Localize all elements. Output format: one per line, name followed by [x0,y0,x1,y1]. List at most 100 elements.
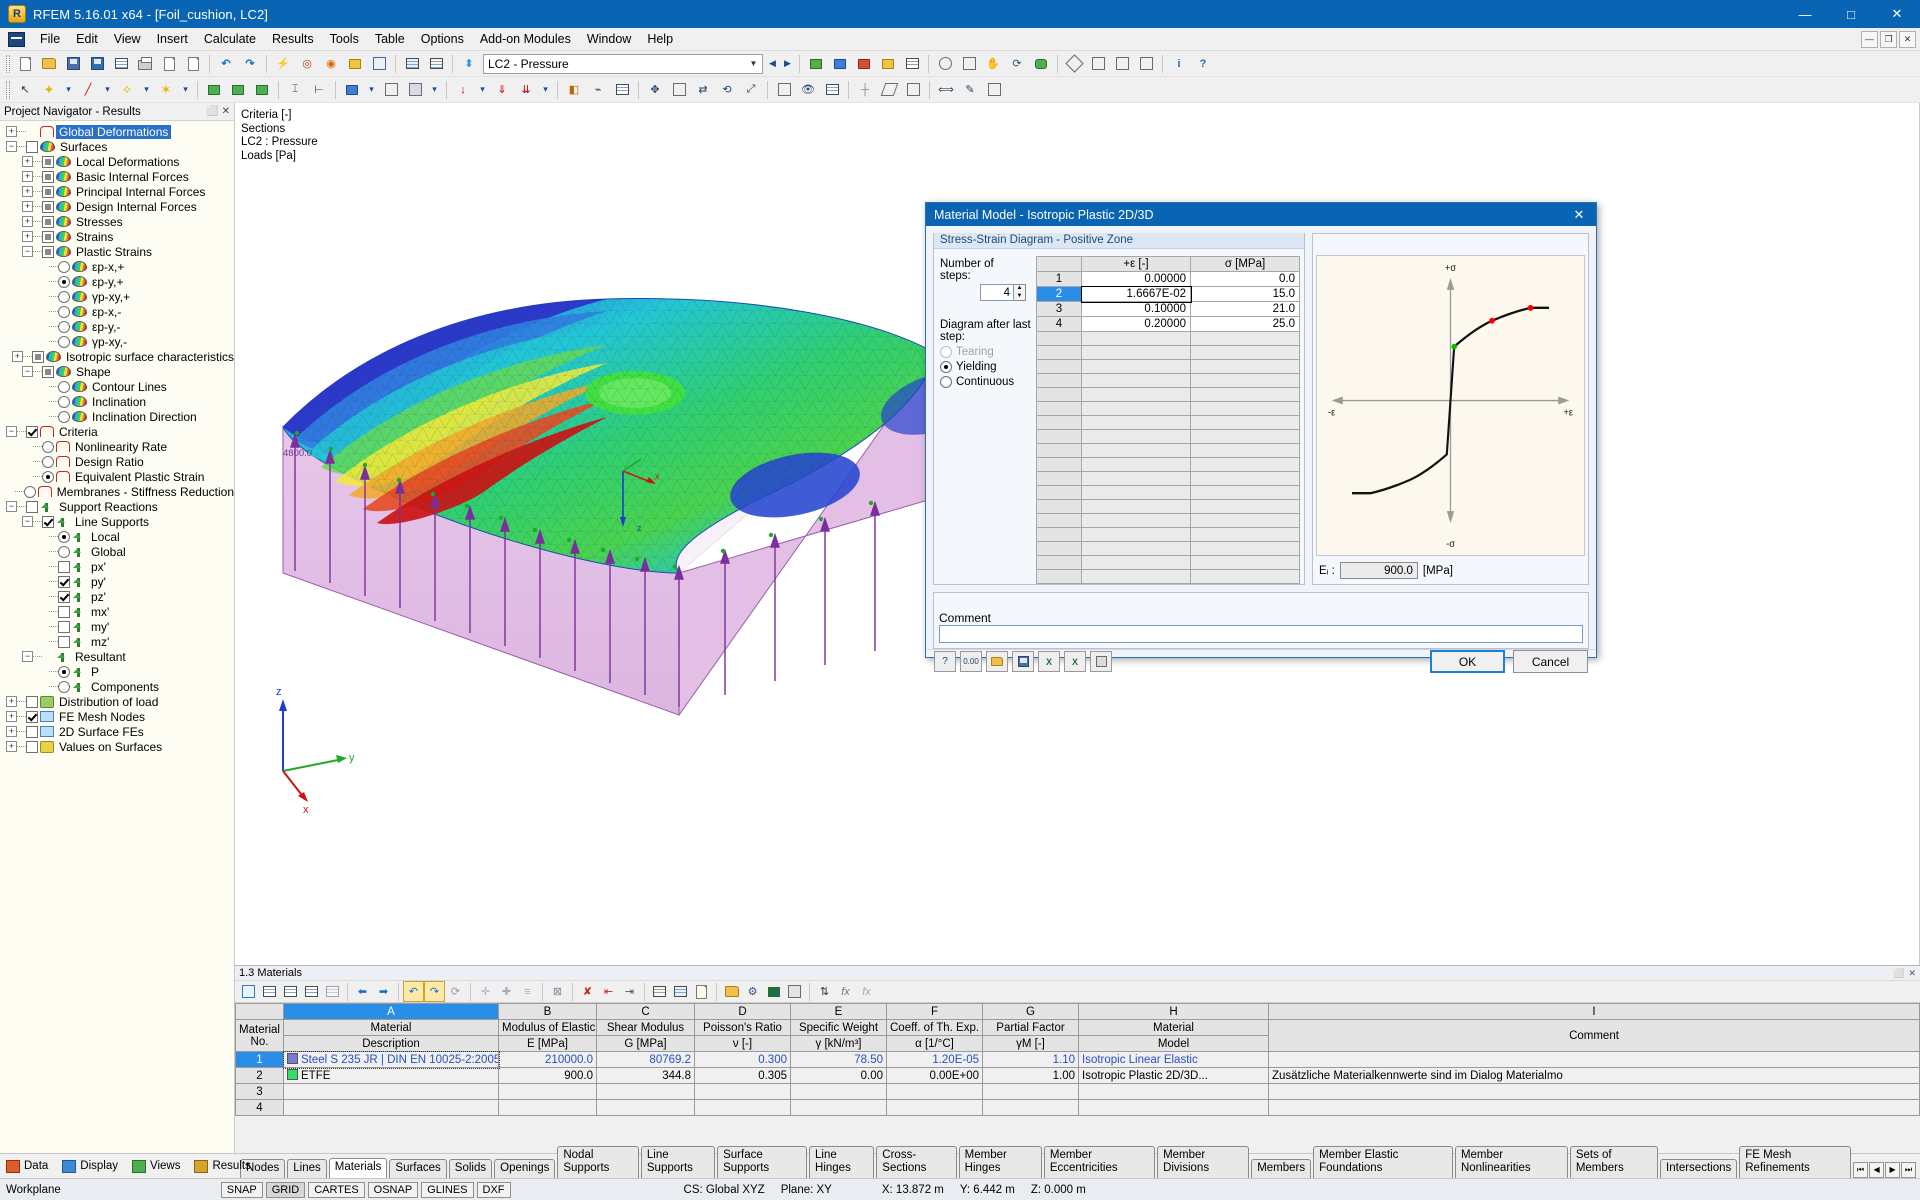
ss-row-index[interactable] [1035,387,1083,402]
ss-row-index[interactable] [1035,527,1083,542]
calculate-selected-icon[interactable]: ◉ [320,53,342,75]
row-number-cell[interactable]: 3 [235,1083,284,1100]
tree-checkbox[interactable] [42,215,54,228]
tree-checkbox[interactable] [42,170,54,183]
table-notes-icon[interactable] [692,982,711,1001]
table-delete-row-icon[interactable]: ⇤ [599,982,618,1001]
zoom-all-icon[interactable] [958,53,980,75]
table-toggle-icon[interactable] [401,53,423,75]
info-icon[interactable]: i [1168,53,1190,75]
collapse-icon[interactable]: − [22,246,33,257]
modulus-elasticity-cell[interactable]: 900.0 [498,1067,597,1084]
close-button[interactable]: ✕ [1874,0,1920,28]
expand-icon[interactable]: + [11,351,23,362]
export-icon[interactable] [182,53,204,75]
table-next-icon[interactable]: ➡ [374,982,393,1001]
tree-item-p-xy[interactable]: γp-xy,- [0,334,234,349]
menu-calculate[interactable]: Calculate [196,29,264,49]
comment-cell[interactable] [1268,1051,1920,1068]
results-iso-icon[interactable] [853,53,875,75]
nodal-load-icon[interactable]: ↓ [452,79,474,101]
ss-row-empty[interactable] [1035,429,1300,444]
print-preview-icon[interactable] [134,53,156,75]
ss-row-empty[interactable] [1035,443,1300,458]
ok-button[interactable]: OK [1430,650,1505,673]
specific-weight-cell[interactable] [790,1083,887,1100]
tree-checkbox[interactable] [26,695,38,708]
copy-icon[interactable] [668,79,690,101]
save-icon[interactable] [1012,651,1034,672]
ss-strain-cell[interactable] [1081,387,1191,402]
tree-item-design-ratio[interactable]: Design Ratio [0,454,234,469]
col-letter-a[interactable]: A [283,1003,499,1020]
section-icon[interactable] [983,79,1005,101]
report-icon[interactable] [110,53,132,75]
ss-stress-cell[interactable] [1190,387,1300,402]
scale-icon[interactable]: ⤢ [740,79,762,101]
ss-strain-cell[interactable] [1081,345,1191,360]
menu-options[interactable]: Options [413,29,472,49]
material-model-dialog[interactable]: Material Model - Isotropic Plastic 2D/3D… [925,202,1597,673]
results-on-icon[interactable] [805,53,827,75]
undo-icon[interactable]: ↶ [215,53,237,75]
maximize-button[interactable]: □ [1828,0,1874,28]
help-icon[interactable]: ? [1192,53,1214,75]
export-excel-icon[interactable]: X [1064,651,1086,672]
tab-openings[interactable]: Openings [494,1159,556,1178]
material-description-cell[interactable] [283,1099,499,1116]
material-model-cell[interactable]: Isotropic Linear Elastic [1078,1051,1269,1068]
tree-item-px[interactable]: px' [0,559,234,574]
result-combination-icon[interactable] [344,53,366,75]
ss-row-index[interactable]: 2 [1035,286,1083,302]
help-icon[interactable]: ? [934,651,956,672]
menu-edit[interactable]: Edit [68,29,106,49]
specific-weight-cell[interactable]: 78.50 [790,1051,887,1068]
tree-checkbox[interactable] [58,635,70,648]
table-row-props-icon[interactable]: ≡ [518,982,537,1001]
tab-lines[interactable]: Lines [287,1159,327,1178]
expand-icon[interactable]: + [22,156,33,167]
table-insert-column-icon[interactable] [281,982,300,1001]
ss-row-empty[interactable] [1035,373,1300,388]
calculate-all-icon[interactable]: ◎ [296,53,318,75]
tab-member-eccentricities[interactable]: Member Eccentricities [1043,1146,1156,1178]
table-insert-before-icon[interactable]: ⇥ [620,982,639,1001]
ss-strain-cell[interactable] [1081,527,1191,542]
tree-item-2d-surface-fes[interactable]: +2D Surface FEs [0,724,234,739]
radio-yielding-icon[interactable] [940,361,952,373]
tree-item-mz[interactable]: mz' [0,634,234,649]
dimension-dropdown-icon[interactable]: ▾ [139,80,154,100]
opening-icon[interactable] [380,79,402,101]
toolbar-grip[interactable] [6,80,10,99]
tree-item-distribution-of-load[interactable]: + Distribution of load [0,694,234,709]
tree-radio[interactable] [58,410,70,423]
ss-strain-cell[interactable]: 0.20000 [1081,316,1191,332]
ss-stress-cell[interactable] [1190,569,1300,584]
ss-row-index[interactable] [1035,485,1083,500]
member-icon[interactable]: ✶ [155,79,177,101]
tree-radio[interactable] [58,305,70,318]
tree-radio[interactable] [58,320,70,333]
materials-table[interactable]: A B C D E F G H I Material No. Material [235,1003,1920,1116]
menu-view[interactable]: View [106,29,149,49]
ss-stress-cell[interactable] [1190,443,1300,458]
tree-radio[interactable] [42,455,54,468]
tree-item-stresses[interactable]: + Stresses [0,214,234,229]
menu-help[interactable]: Help [639,29,681,49]
stress-strain-table-wrap[interactable]: +ε [-] σ [MPa] 1 0.00000 0.0 2 1.6667E-02 15.… [1035,252,1304,584]
ss-row[interactable]: 2 1.6667E-02 15.0 [1035,285,1300,303]
free-load-icon[interactable]: ◧ [563,79,585,101]
ss-strain-cell[interactable] [1081,443,1191,458]
collapse-icon[interactable]: − [22,366,33,377]
table-row[interactable]: 4 [235,1099,1920,1116]
row-number-cell[interactable]: 2 [235,1067,284,1084]
tree-item-nonlinearity-rate[interactable]: Nonlinearity Rate [0,439,234,454]
node-dropdown-icon[interactable]: ▾ [61,80,76,100]
guideline-icon[interactable]: ┼ [854,79,876,101]
ss-strain-cell[interactable] [1081,569,1191,584]
cancel-button[interactable]: Cancel [1513,650,1588,673]
tree-item-support-reactions[interactable]: − Support Reactions [0,499,234,514]
menu-addon-modules[interactable]: Add-on Modules [472,29,579,49]
workbar-item-views[interactable]: Views [132,1159,180,1173]
ss-stress-cell[interactable]: 21.0 [1190,301,1300,317]
